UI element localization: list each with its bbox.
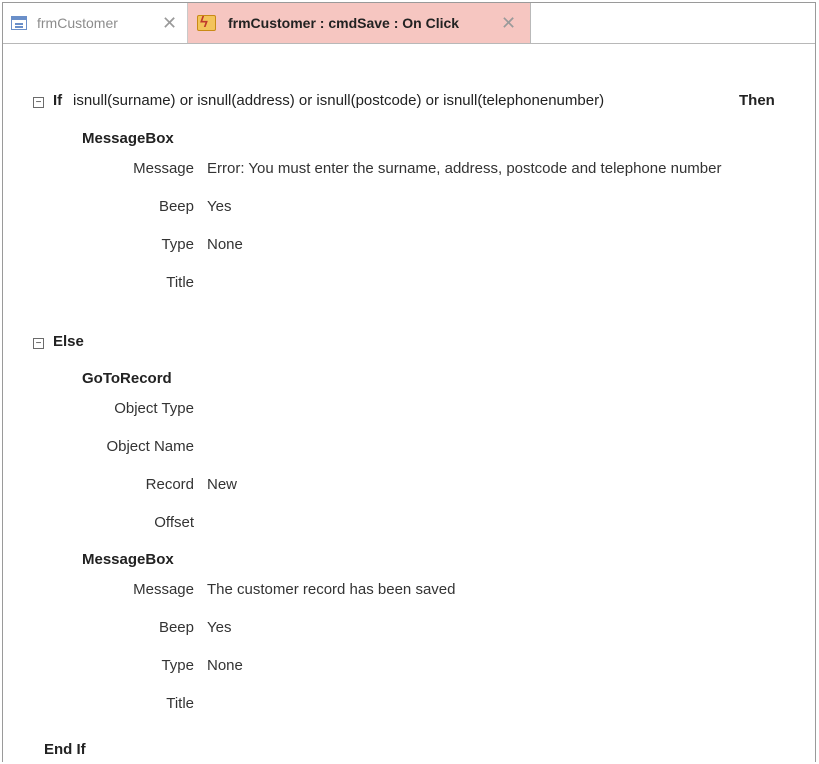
arg-label-beep: Beep (158, 619, 194, 636)
arg-label-title: Title (166, 274, 194, 291)
arg-label-title: Title (166, 695, 194, 712)
arg-label-type: Type (161, 236, 194, 253)
close-icon[interactable]: ✕ (162, 13, 177, 34)
tab-frmcustomer[interactable]: frmCustomer ✕ (3, 3, 188, 43)
if-keyword: If (53, 92, 63, 109)
else-keyword: Else (53, 333, 84, 350)
arg-label-type: Type (161, 657, 194, 674)
close-icon[interactable]: ✕ (501, 13, 516, 34)
macro-designer-window: frmCustomer ✕ ϟ frmCustomer : cmdSave : … (2, 2, 816, 762)
form-icon (11, 16, 27, 30)
arg-value-message[interactable]: Error: You must enter the surname, addre… (207, 160, 721, 177)
arg-value-type[interactable]: None (207, 657, 243, 674)
arg-value-beep[interactable]: Yes (207, 198, 231, 215)
then-keyword: Then (739, 92, 775, 109)
arg-label-message: Message (133, 581, 194, 598)
collapse-toggle-icon[interactable]: − (33, 338, 44, 349)
arg-label-object-name: Object Name (106, 438, 194, 455)
arg-label-object-type: Object Type (114, 400, 194, 417)
tab-label: frmCustomer (37, 15, 118, 31)
arg-label-record: Record (145, 476, 194, 493)
end-if-keyword: End If (44, 741, 86, 758)
arg-label-message: Message (133, 160, 194, 177)
collapse-toggle-icon[interactable]: − (33, 97, 44, 108)
arg-value-beep[interactable]: Yes (207, 619, 231, 636)
if-condition[interactable]: isnull(surname) or isnull(address) or is… (73, 92, 604, 109)
tab-cmdsave-onclick[interactable]: ϟ frmCustomer : cmdSave : On Click ✕ (188, 3, 531, 43)
arg-value-record[interactable]: New (207, 476, 237, 493)
document-tab-bar: frmCustomer ✕ ϟ frmCustomer : cmdSave : … (3, 3, 815, 44)
arg-label-offset: Offset (154, 514, 194, 531)
action-name-gotorecord[interactable]: GoToRecord (82, 370, 172, 387)
arg-value-message[interactable]: The customer record has been saved (207, 581, 455, 598)
action-name-messagebox[interactable]: MessageBox (82, 551, 174, 568)
tab-label: frmCustomer : cmdSave : On Click (228, 15, 460, 31)
arg-label-beep: Beep (158, 198, 194, 215)
arg-value-type[interactable]: None (207, 236, 243, 253)
macro-icon: ϟ (196, 12, 218, 34)
action-name-messagebox[interactable]: MessageBox (82, 130, 174, 147)
